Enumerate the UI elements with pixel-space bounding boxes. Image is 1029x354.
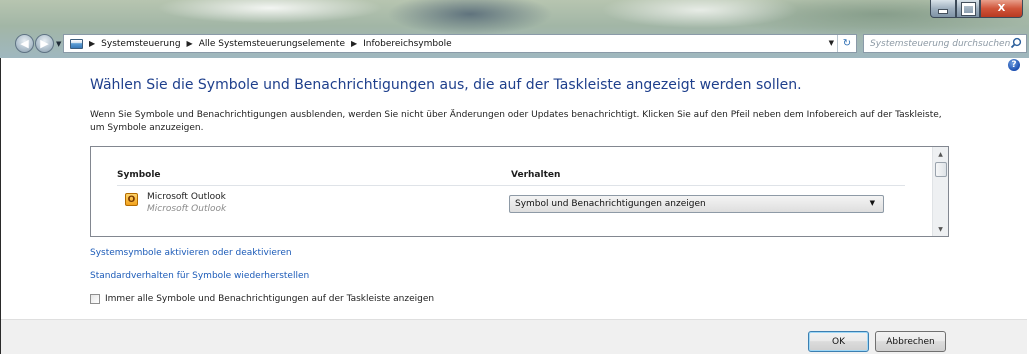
outlook-icon: O <box>125 193 138 206</box>
scroll-up-icon[interactable]: ▲ <box>933 147 948 161</box>
breadcrumb-separator-icon[interactable]: ▶ <box>187 39 193 48</box>
search-box[interactable]: Systemsteuerung durchsuchen <box>863 34 1027 53</box>
breadcrumb-separator-icon[interactable]: ▶ <box>351 39 357 48</box>
cancel-button[interactable]: Abbrechen <box>875 331 946 352</box>
maximize-button[interactable] <box>956 0 980 18</box>
scroll-thumb[interactable] <box>935 162 947 177</box>
button-bar: OK Abbrechen <box>1 319 1027 354</box>
title-bar: X ◀ ▶ ▼ ▶ Systemsteuerung ▶ Alle Systems… <box>0 0 1029 58</box>
help-icon[interactable]: ? <box>1008 59 1020 71</box>
behavior-select-value: Symbol und Benachrichtigungen anzeigen <box>515 199 706 209</box>
checkbox-label[interactable]: Immer alle Symbole und Benachrichtigunge… <box>105 294 434 304</box>
control-panel-icon <box>70 38 83 49</box>
page-title: Wählen Sie die Symbole und Benachrichtig… <box>90 77 802 93</box>
breadcrumb-alle-elemente[interactable]: Alle Systemsteuerungselemente <box>199 39 345 49</box>
column-header-verhalten: Verhalten <box>511 170 561 180</box>
refresh-button[interactable]: ↻ <box>837 35 856 52</box>
breadcrumb-systemsteuerung[interactable]: Systemsteuerung <box>101 39 180 49</box>
content-area: ? Wählen Sie die Symbole und Benachricht… <box>1 58 1027 319</box>
refresh-icon: ↻ <box>842 38 852 49</box>
address-bar[interactable]: ▶ Systemsteuerung ▶ Alle Systemsteuerung… <box>63 34 857 53</box>
back-button[interactable]: ◀ <box>15 34 34 53</box>
list-item-name: Microsoft Outlook <box>147 192 226 202</box>
arrow-left-icon: ◀ <box>20 37 29 50</box>
close-icon: X <box>997 3 1006 14</box>
address-dropdown-icon[interactable]: ▼ <box>829 39 834 47</box>
show-all-icons-checkbox[interactable] <box>90 294 100 304</box>
minimize-button[interactable] <box>930 0 956 18</box>
link-systemsymbole[interactable]: Systemsymbole aktivieren oder deaktivier… <box>90 248 292 258</box>
navigation-bar: ◀ ▶ ▼ ▶ Systemsteuerung ▶ Alle Systemste… <box>0 33 1029 55</box>
behavior-select[interactable]: Symbol und Benachrichtigungen anzeigen ▼ <box>509 195 884 213</box>
close-button[interactable]: X <box>980 0 1023 18</box>
search-icon[interactable] <box>1010 37 1022 49</box>
minimize-icon <box>938 9 948 14</box>
chevron-down-icon: ▼ <box>869 199 875 207</box>
forward-button[interactable]: ▶ <box>35 34 54 53</box>
scroll-down-icon[interactable]: ▼ <box>933 222 948 236</box>
search-input[interactable]: Systemsteuerung durchsuchen <box>870 39 1010 49</box>
ok-button[interactable]: OK <box>808 331 869 352</box>
link-standardverhalten[interactable]: Standardverhalten für Symbole wiederhers… <box>90 271 309 281</box>
notification-icons-list[interactable]: Symbole Verhalten O Microsoft Outlook Mi… <box>90 146 949 237</box>
breadcrumb-infobereichsymbole[interactable]: Infobereichsymbole <box>363 39 452 49</box>
list-item-subtitle: Microsoft Outlook <box>147 204 227 214</box>
maximize-icon <box>961 2 975 15</box>
breadcrumb-separator-icon[interactable]: ▶ <box>89 39 95 48</box>
description-line-2: um Symbole anzuzeigen. <box>90 123 204 133</box>
recent-pages-dropdown[interactable]: ▼ <box>56 40 61 48</box>
header-divider <box>117 185 905 186</box>
description-line-1: Wenn Sie Symbole und Benachrichtigungen … <box>90 110 942 120</box>
list-scrollbar[interactable]: ▲ ▼ <box>932 147 948 236</box>
window-controls: X <box>930 0 1023 20</box>
show-all-icons-option[interactable]: Immer alle Symbole und Benachrichtigunge… <box>90 294 434 304</box>
description: Wenn Sie Symbole und Benachrichtigungen … <box>90 109 950 135</box>
arrow-right-icon: ▶ <box>40 37 49 50</box>
column-header-symbole: Symbole <box>117 170 161 180</box>
